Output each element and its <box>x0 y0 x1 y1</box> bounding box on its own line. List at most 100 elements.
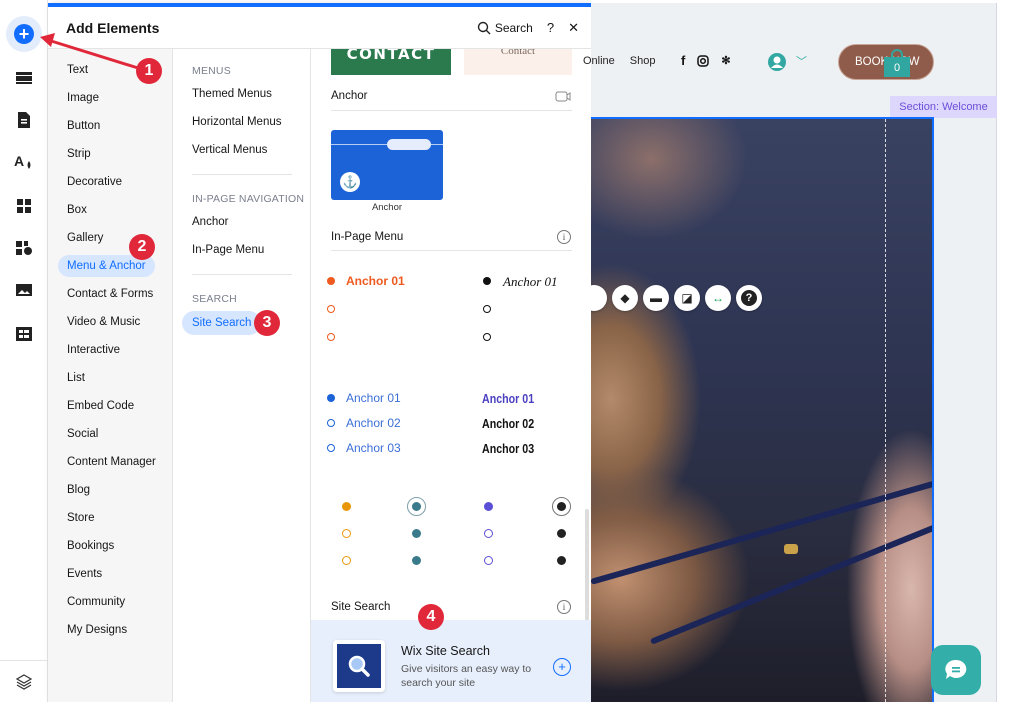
nav-item[interactable]: Shop <box>630 55 656 67</box>
section-heading-search: SEARCH <box>192 293 237 305</box>
subcategory-item[interactable]: Vertical Menus <box>182 138 277 162</box>
category-item[interactable]: Blog <box>58 479 99 501</box>
category-item[interactable]: Text <box>58 59 97 81</box>
subcategory-item[interactable]: Horizontal Menus <box>182 110 291 134</box>
category-item[interactable]: Store <box>58 507 104 529</box>
anchor-preset-caption: Anchor <box>371 202 403 213</box>
wix-editor: + A Add Elements Search ? ✕ Text Image B… <box>0 0 1024 702</box>
category-list: Text Image Button Strip Decorative Box G… <box>48 49 173 702</box>
layout-icon[interactable]: ▬ <box>643 285 669 311</box>
close-button[interactable]: ✕ <box>568 20 579 36</box>
category-item[interactable]: Community <box>58 591 134 613</box>
category-item[interactable]: List <box>58 367 94 389</box>
pages-button[interactable] <box>6 102 42 138</box>
cms-button[interactable] <box>6 316 42 352</box>
category-item[interactable]: Bookings <box>58 535 123 557</box>
section-label[interactable]: Section: Welcome <box>890 96 997 118</box>
divider <box>331 250 572 251</box>
panel-search-button[interactable]: Search <box>477 21 533 35</box>
gallery-section-site-search: Site Search <box>331 601 391 613</box>
info-icon[interactable]: i <box>557 600 571 614</box>
section-heading-menus: MENUS <box>192 65 231 77</box>
cart-count: 0 <box>884 57 910 77</box>
media-icon <box>16 284 32 296</box>
cms-icon <box>16 327 32 341</box>
category-item[interactable]: Embed Code <box>58 395 143 417</box>
subcategory-item[interactable]: In-Page Menu <box>182 238 274 262</box>
gallery-section-inpage-menu: In-Page Menu <box>331 231 404 243</box>
category-item[interactable]: Decorative <box>58 171 131 193</box>
site-nav: Online Shop <box>583 55 656 67</box>
chat-button[interactable] <box>931 645 981 695</box>
social-bar: f ✻ <box>681 53 731 68</box>
anchor-element-preset[interactable]: ⚓ <box>331 130 443 200</box>
category-item[interactable]: Content Manager <box>58 451 165 473</box>
nav-item[interactable]: Online <box>583 55 615 67</box>
help-button[interactable]: ? <box>547 20 554 35</box>
crop-icon[interactable]: ◪ <box>674 285 700 311</box>
divider <box>192 174 292 175</box>
sections-button[interactable] <box>6 60 42 96</box>
contact-button-preset-beige[interactable]: Contact <box>464 49 572 75</box>
subcategory-item-site-search[interactable]: Site Search <box>182 311 262 335</box>
apps-icon <box>17 199 31 213</box>
floating-toolbar: ◆ ▬ ◪ ↔ ? <box>591 285 762 311</box>
site-search-title: Wix Site Search <box>401 644 490 658</box>
contact-button-preset-green[interactable]: CONTACT <box>331 49 451 75</box>
category-item[interactable]: Social <box>58 423 107 445</box>
element-gallery: CONTACT Contact Anchor ⚓ Anchor In-Page … <box>311 49 591 702</box>
member-avatar[interactable] <box>768 53 786 71</box>
add-elements-panel: Add Elements Search ? ✕ Text Image Butto… <box>48 3 591 702</box>
category-item[interactable]: Contact & Forms <box>58 283 162 305</box>
wix-site-search-card[interactable]: Wix Site Search Give visitors an easy wa… <box>311 620 591 702</box>
business-apps-button[interactable] <box>6 230 42 266</box>
video-tutorial-icon[interactable] <box>555 90 571 103</box>
gridline-guide <box>885 119 886 702</box>
category-item[interactable]: Box <box>58 199 96 221</box>
toolbar-button[interactable] <box>591 285 607 311</box>
arrange-icon[interactable]: ◆ <box>612 285 638 311</box>
subcategory-item[interactable]: Themed Menus <box>182 82 282 106</box>
add-site-search-button[interactable]: + <box>553 658 571 676</box>
panel-header: Add Elements Search ? ✕ <box>48 7 591 49</box>
category-item[interactable]: My Designs <box>58 619 136 641</box>
category-item[interactable]: Image <box>58 87 108 109</box>
subcategory-list: MENUS Themed Menus Horizontal Menus Vert… <box>173 49 311 702</box>
chevron-down-icon[interactable]: ﹀ <box>796 53 807 69</box>
category-item[interactable]: Button <box>58 115 109 137</box>
stretch-icon[interactable]: ↔ <box>705 285 731 311</box>
chat-icon <box>945 659 967 679</box>
info-icon[interactable]: i <box>557 230 571 244</box>
add-elements-button[interactable]: + <box>6 16 42 52</box>
left-rail: + A <box>0 0 48 702</box>
category-item[interactable]: Strip <box>58 143 100 165</box>
help-icon[interactable]: ? <box>736 285 762 311</box>
add-icon: + <box>14 24 34 44</box>
panel-title: Add Elements <box>66 19 160 36</box>
yelp-icon[interactable]: ✻ <box>721 54 730 67</box>
media-button[interactable] <box>6 272 42 308</box>
theme-button[interactable]: A <box>6 144 42 180</box>
svg-text:A: A <box>14 153 24 169</box>
right-margin <box>998 0 1024 702</box>
search-icon <box>477 21 491 34</box>
category-item[interactable]: Video & Music <box>58 311 149 333</box>
business-apps-icon <box>16 241 32 255</box>
cart-icon[interactable]: 0 <box>884 49 910 77</box>
site-search-description: Give visitors an easy way to search your… <box>401 663 532 689</box>
callout-badge: 2 <box>129 234 155 260</box>
facebook-icon[interactable]: f <box>681 53 685 68</box>
category-item[interactable]: Gallery <box>58 227 112 249</box>
gallery-section-anchor: Anchor <box>331 90 368 102</box>
category-item[interactable]: Events <box>58 563 111 585</box>
anchor-icon: ⚓ <box>340 172 360 192</box>
instagram-icon[interactable] <box>697 54 710 67</box>
sections-icon <box>16 72 32 84</box>
layers-button[interactable] <box>0 660 48 702</box>
callout-badge: 1 <box>136 58 162 84</box>
site-search-thumbnail <box>333 640 385 692</box>
subcategory-item[interactable]: Anchor <box>182 210 238 234</box>
category-item[interactable]: Interactive <box>58 339 129 361</box>
apps-button[interactable] <box>6 188 42 224</box>
hero-image[interactable]: ◆ ▬ ◪ ↔ ? <box>591 117 934 702</box>
